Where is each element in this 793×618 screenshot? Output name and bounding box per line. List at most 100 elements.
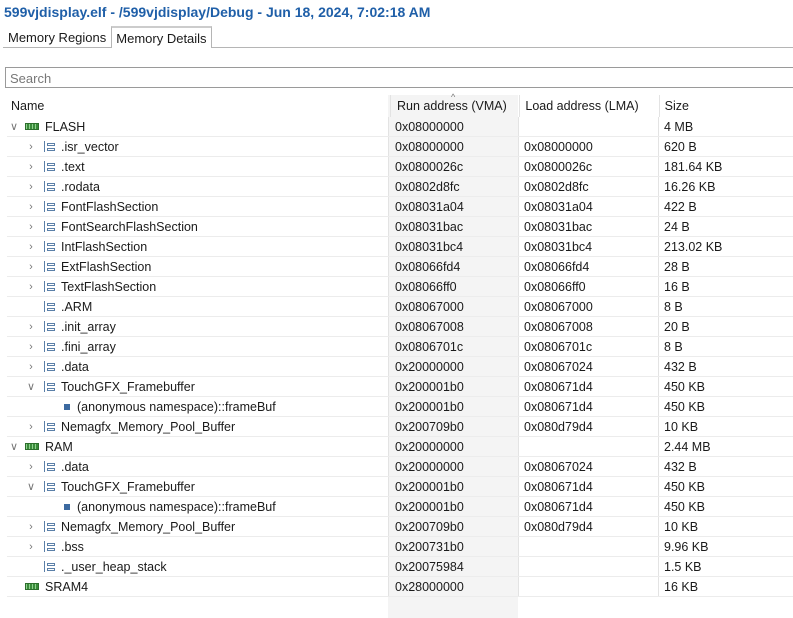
row-size: 8 B [658,297,793,316]
tree-row[interactable]: › .bss 0x200731b0 9.96 KB [7,537,793,557]
chevron-right-icon[interactable]: › [26,221,36,233]
tree-row[interactable]: (anonymous namespace)::frameBuf 0x200001… [7,397,793,417]
column-header-name[interactable]: Name [7,95,390,117]
row-lma [518,117,658,136]
row-size: 20 B [658,317,793,336]
tree-row[interactable]: ∨ FLASH 0x08000000 4 MB [7,117,793,137]
row-vma: 0x08067008 [388,317,518,336]
column-header-vma[interactable]: ^ Run address (VMA) [390,92,519,117]
row-lma [518,537,658,556]
row-size: 10 KB [658,417,793,436]
tree-row[interactable]: ∨ TouchGFX_Framebuffer 0x200001b0 0x08067… [7,477,793,497]
tree-row[interactable]: › .data 0x20000000 0x08067024 432 B [7,357,793,377]
tree-row[interactable]: › IntFlashSection 0x08031bc4 0x08031bc4 2… [7,237,793,257]
tree-row[interactable]: › Nemagfx_Memory_Pool_Buffer 0x200709b0 0… [7,517,793,537]
tree-row[interactable]: › Nemagfx_Memory_Pool_Buffer 0x200709b0 0… [7,417,793,437]
row-size: 181.64 KB [658,157,793,176]
chevron-down-icon[interactable]: ∨ [26,380,36,393]
chevron-down-icon[interactable]: ∨ [9,120,19,133]
row-vma: 0x20000000 [388,457,518,476]
tree-row[interactable]: › .rodata 0x0802d8fc 0x0802d8fc 16.26 KB [7,177,793,197]
chevron-right-icon[interactable]: › [26,261,36,273]
symbol-icon [64,504,70,510]
row-name: .isr_vector [61,139,119,154]
section-icon [44,261,56,272]
tree-row[interactable]: › .isr_vector 0x08000000 0x08000000 620 B [7,137,793,157]
row-name: ._user_heap_stack [61,559,167,574]
tree-row[interactable]: › FontSearchFlashSection 0x08031bac 0x080… [7,217,793,237]
section-icon [44,381,56,392]
chevron-right-icon[interactable]: › [26,141,36,153]
row-vma: 0x28000000 [388,577,518,596]
section-icon [44,181,56,192]
search-input[interactable]: Search [5,67,793,88]
tree-row[interactable]: SRAM4 0x28000000 16 KB [7,577,793,597]
section-icon [44,341,56,352]
row-name: (anonymous namespace)::frameBuf [77,499,276,514]
tree-row[interactable]: (anonymous namespace)::frameBuf 0x200001… [7,497,793,517]
row-vma: 0x200001b0 [388,477,518,496]
tree-row[interactable]: › .fini_array 0x0806701c 0x0806701c 8 B [7,337,793,357]
chevron-right-icon[interactable]: › [26,421,36,433]
row-lma: 0x0806701c [518,337,658,356]
chevron-right-icon[interactable]: › [26,321,36,333]
chevron-right-icon[interactable]: › [26,361,36,373]
row-name: .text [61,159,85,174]
chevron-right-icon[interactable]: › [26,181,36,193]
column-header-size[interactable]: Size [658,95,793,117]
row-lma: 0x0802d8fc [518,177,658,196]
tree-row[interactable]: .ARM 0x08067000 0x08067000 8 B [7,297,793,317]
row-vma: 0x08066fd4 [388,257,518,276]
row-name: .data [61,359,89,374]
tree-row[interactable]: › .text 0x0800026c 0x0800026c 181.64 KB [7,157,793,177]
row-name: Nemagfx_Memory_Pool_Buffer [61,519,236,534]
section-icon [44,461,56,472]
chevron-right-icon[interactable]: › [26,281,36,293]
chevron-down-icon[interactable]: ∨ [9,440,19,453]
tree-row[interactable]: ∨ RAM 0x20000000 2.44 MB [7,437,793,457]
row-vma: 0x200001b0 [388,397,518,416]
row-lma: 0x08067024 [518,357,658,376]
row-lma: 0x08066fd4 [518,257,658,276]
row-lma: 0x0800026c [518,157,658,176]
chevron-right-icon[interactable]: › [26,521,36,533]
chevron-right-icon[interactable]: › [26,341,36,353]
tree-row[interactable]: › TextFlashSection 0x08066ff0 0x08066ff0 … [7,277,793,297]
row-size: 450 KB [658,397,793,416]
tab-memory-details[interactable]: Memory Details [111,26,212,48]
row-size: 432 B [658,357,793,376]
column-header-lma[interactable]: Load address (LMA) [519,95,658,117]
tree-row[interactable]: › ExtFlashSection 0x08066fd4 0x08066fd4 2… [7,257,793,277]
row-size: 450 KB [658,377,793,396]
chevron-right-icon[interactable]: › [26,461,36,473]
chevron-right-icon[interactable]: › [26,161,36,173]
tree-row[interactable]: › FontFlashSection 0x08031a04 0x08031a04 … [7,197,793,217]
chevron-right-icon[interactable]: › [26,241,36,253]
row-size: 8 B [658,337,793,356]
chevron-right-icon[interactable]: › [26,201,36,213]
tree-row[interactable]: ._user_heap_stack 0x20075984 1.5 KB [7,557,793,577]
section-icon [44,481,56,492]
row-vma: 0x0802d8fc [388,177,518,196]
row-lma: 0x08031bac [518,217,658,236]
row-size: 16 B [658,277,793,296]
row-vma: 0x08031bac [388,217,518,236]
row-lma: 0x08066ff0 [518,277,658,296]
row-vma: 0x08000000 [388,137,518,156]
row-vma: 0x20000000 [388,357,518,376]
row-lma: 0x08031a04 [518,197,658,216]
section-icon [44,201,56,212]
row-name: .ARM [61,299,93,314]
tree-row[interactable]: › .init_array 0x08067008 0x08067008 20 B [7,317,793,337]
row-size: 450 KB [658,477,793,496]
section-icon [44,561,56,572]
row-lma [518,577,658,596]
tree-row[interactable]: ∨ TouchGFX_Framebuffer 0x200001b0 0x08067… [7,377,793,397]
tab-bar: Memory Regions Memory Details [3,26,793,48]
tab-memory-regions[interactable]: Memory Regions [3,26,111,47]
chevron-down-icon[interactable]: ∨ [26,480,36,493]
row-size: 432 B [658,457,793,476]
chevron-right-icon[interactable]: › [26,541,36,553]
tree-row[interactable]: › .data 0x20000000 0x08067024 432 B [7,457,793,477]
row-lma [518,437,658,456]
